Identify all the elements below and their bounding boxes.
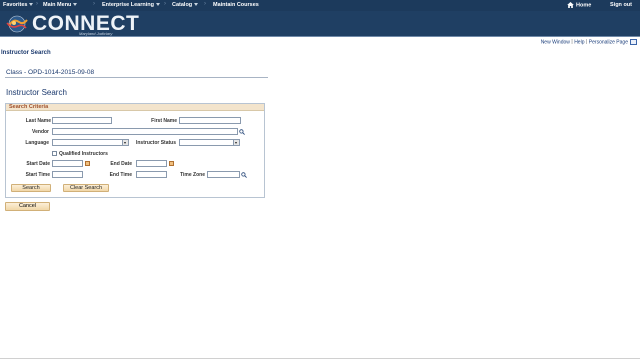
nav-catalog-label: Catalog bbox=[172, 2, 193, 8]
home-icon bbox=[567, 2, 574, 8]
nav-enterprise-learning-label: Enterprise Learning bbox=[102, 2, 154, 8]
language-label: Language bbox=[25, 140, 49, 146]
app-logo-subtitle: Maryland Judiciary bbox=[79, 31, 113, 36]
nav-enterprise-learning[interactable]: Enterprise Learning bbox=[102, 2, 160, 8]
page-menu-icon[interactable] bbox=[630, 39, 637, 45]
last-name-label: Last Name bbox=[25, 118, 51, 124]
cancel-button[interactable]: Cancel bbox=[5, 202, 50, 211]
chevron-down-icon bbox=[73, 3, 78, 7]
qualified-instructors-label: Qualified Instructors bbox=[59, 151, 108, 157]
nav-favorites-label: Favorites bbox=[3, 2, 28, 8]
time-zone-input[interactable] bbox=[207, 171, 240, 178]
vendor-lookup-icon[interactable] bbox=[239, 129, 245, 135]
vendor-label: Vendor bbox=[32, 129, 49, 135]
nav-favorites[interactable]: Favorites bbox=[3, 2, 34, 8]
start-time-input[interactable] bbox=[52, 171, 83, 178]
chevron-down-icon bbox=[155, 3, 160, 7]
utility-separator: | bbox=[585, 39, 588, 46]
nav-maintain-courses-label: Maintain Courses bbox=[213, 2, 259, 8]
time-zone-lookup-icon[interactable] bbox=[241, 172, 247, 178]
utility-separator: | bbox=[571, 39, 573, 46]
page-title: Instructor Search bbox=[1, 50, 51, 56]
last-name-input[interactable] bbox=[52, 117, 112, 124]
search-button[interactable]: Search bbox=[11, 184, 51, 192]
class-label: Class - OPD-1014-2015-09-08 bbox=[6, 69, 95, 76]
chevron-down-icon bbox=[194, 3, 199, 7]
top-nav-bar: Favorites › Main Menu › Enterprise Learn… bbox=[0, 0, 640, 11]
header-banner: CONNECT Maryland Judiciary bbox=[0, 11, 640, 37]
first-name-input[interactable] bbox=[179, 117, 241, 124]
chevron-down-icon bbox=[122, 140, 128, 145]
end-date-label: End Date bbox=[110, 161, 132, 167]
start-time-label: Start Time bbox=[25, 172, 50, 178]
end-time-label: End Time bbox=[109, 172, 132, 178]
nav-separator: › bbox=[204, 1, 206, 7]
sign-out-label: Sign out bbox=[610, 2, 632, 8]
instructor-status-label: Instructor Status bbox=[135, 140, 176, 146]
sign-out-link[interactable]: Sign out bbox=[610, 2, 632, 8]
home-label: Home bbox=[576, 2, 592, 9]
time-zone-label: Time Zone bbox=[180, 172, 205, 178]
nav-main-menu-label: Main Menu bbox=[43, 2, 72, 8]
start-date-calendar-icon[interactable] bbox=[85, 161, 90, 166]
help-link[interactable]: Help bbox=[574, 39, 584, 45]
personalize-page-link[interactable]: Personalize Page bbox=[589, 39, 628, 45]
clear-search-button[interactable]: Clear Search bbox=[63, 184, 109, 192]
nav-maintain-courses[interactable]: Maintain Courses bbox=[213, 2, 259, 8]
language-select[interactable] bbox=[52, 139, 129, 146]
nav-separator: › bbox=[164, 1, 166, 7]
new-window-link[interactable]: New Window bbox=[541, 39, 570, 45]
instructor-status-select[interactable] bbox=[179, 139, 240, 146]
utility-links: New Window | Help | Personalize Page bbox=[541, 39, 637, 45]
nav-separator: › bbox=[36, 1, 38, 7]
vendor-input[interactable] bbox=[52, 128, 238, 135]
nav-catalog[interactable]: Catalog bbox=[172, 2, 199, 8]
start-date-label: Start Date bbox=[26, 161, 50, 167]
qualified-instructors-checkbox[interactable] bbox=[52, 151, 57, 156]
search-criteria-header: Search Criteria bbox=[6, 104, 264, 111]
chevron-down-icon bbox=[29, 3, 34, 7]
end-date-calendar-icon[interactable] bbox=[169, 161, 174, 166]
end-date-input[interactable] bbox=[136, 160, 167, 167]
footer-divider bbox=[0, 358, 640, 359]
chevron-down-icon bbox=[233, 140, 239, 145]
section-title: Instructor Search bbox=[6, 88, 67, 97]
nav-separator: › bbox=[93, 1, 95, 7]
start-date-input[interactable] bbox=[52, 160, 83, 167]
home-link[interactable]: Home bbox=[567, 2, 591, 8]
connect-logo-icon bbox=[6, 15, 28, 33]
nav-main-menu[interactable]: Main Menu bbox=[43, 2, 78, 8]
first-name-label: First Name bbox=[151, 118, 177, 124]
end-time-input[interactable] bbox=[136, 171, 167, 178]
search-criteria-panel: Search Criteria Last Name First Name Ven… bbox=[5, 103, 265, 198]
divider bbox=[5, 77, 268, 78]
